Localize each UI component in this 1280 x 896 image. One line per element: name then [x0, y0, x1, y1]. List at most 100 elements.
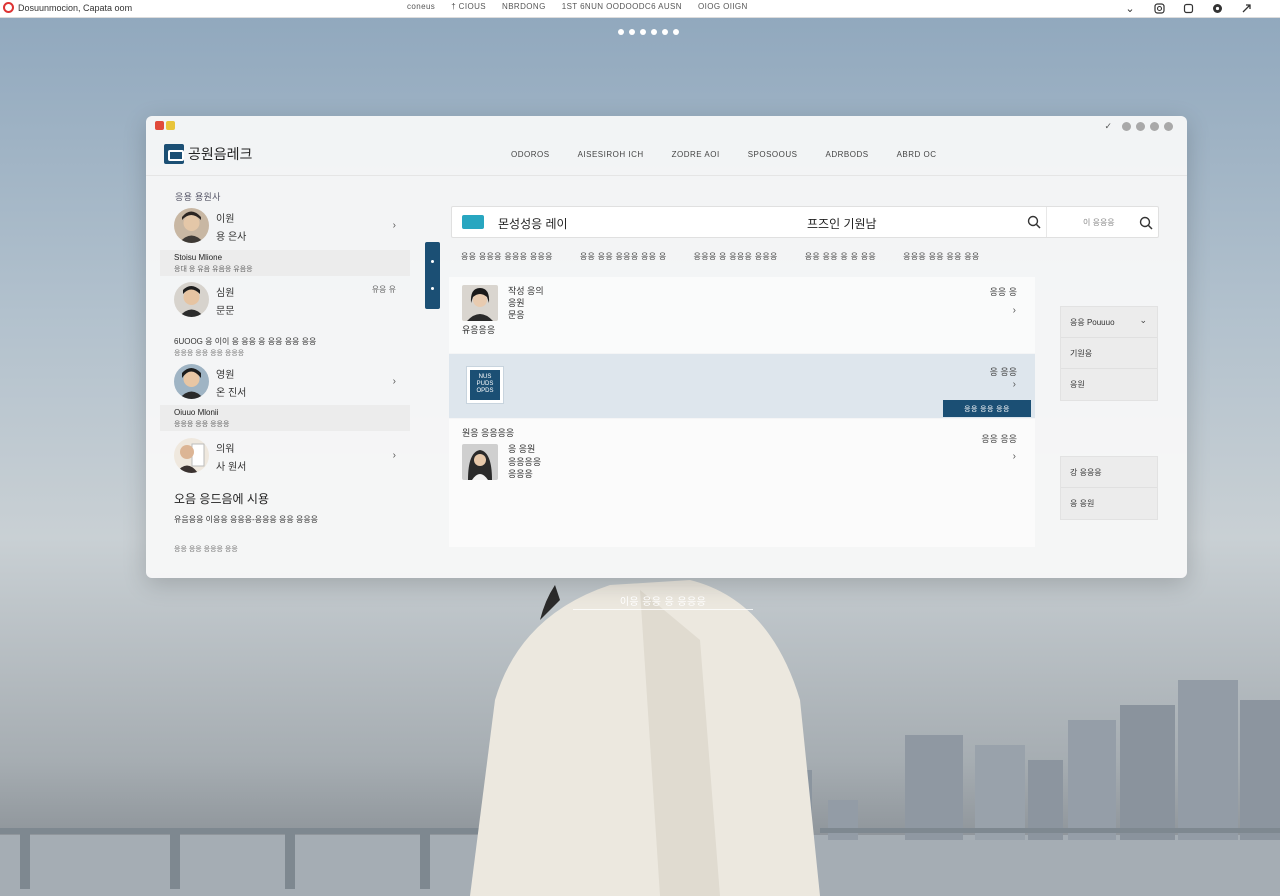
carousel-dots[interactable] [618, 29, 679, 35]
book-icon [462, 215, 484, 229]
contacts-panel: 응용 용원사 이원 용 은사 › Stoisu Mlione 응대 응 유음 유… [160, 180, 415, 560]
card-line: 응 응원 [508, 444, 536, 454]
side-option[interactable]: 기원응 [1061, 338, 1157, 369]
chevron-right-icon[interactable]: › [393, 450, 396, 461]
badge-text: NUS PUDS OPDS [470, 370, 500, 400]
contact-item[interactable]: 영원 온 진서 › [160, 364, 410, 408]
filter-item[interactable]: 응응 응응 응응응 응응 응 [580, 251, 667, 262]
side-option-label: 강 응응응 [1070, 468, 1102, 477]
side-option-label: 응 응원 [1070, 499, 1095, 508]
chevron-right-icon[interactable]: › [1013, 451, 1016, 462]
side-option[interactable]: 강 응응응 [1061, 457, 1157, 488]
menu-item[interactable]: ODOROS [511, 150, 550, 159]
menu-item[interactable]: ABRD OC [897, 150, 937, 159]
carousel-dot[interactable] [629, 29, 635, 35]
primary-action-button[interactable]: 응응 응응 응응 [943, 400, 1031, 417]
contact-subtitle: 문문 [216, 306, 235, 317]
carousel-dot[interactable] [662, 29, 668, 35]
card-meta: 응응 응응 [981, 434, 1017, 444]
menu-item[interactable]: SPOSOOUS [748, 150, 798, 159]
side-option[interactable]: 응 응원 [1061, 488, 1157, 519]
avatar [174, 282, 209, 317]
side-option[interactable]: 응원 [1061, 369, 1157, 400]
chevron-right-icon[interactable]: › [1013, 379, 1016, 390]
top-nav-item[interactable]: † CIOUS [451, 2, 486, 11]
result-card[interactable]: 원응 응응응응 응 응원 응응응응 응응응 응응 응응 › [449, 419, 1035, 547]
chevron-right-icon[interactable]: › [1013, 305, 1016, 316]
filter-item[interactable]: 응응 응응 응 응 응응 [805, 251, 876, 262]
search-icon[interactable] [1139, 216, 1153, 230]
window-badges [155, 121, 175, 130]
check-icon[interactable]: ✓ [1104, 121, 1112, 132]
brand-name: 공원음레크 [188, 146, 253, 162]
group-subtitle: 응대 응 유음 유음응 유음응 [174, 266, 253, 273]
brand[interactable]: 공원음레크 [164, 144, 252, 164]
contact-item[interactable]: 심원 문문 유응 유 [160, 282, 410, 326]
red-badge-icon [155, 121, 164, 130]
filter-item[interactable]: 응응 응응응 응응응 응응응 [461, 251, 553, 262]
carousel-dot[interactable] [640, 29, 646, 35]
group-title[interactable]: 6UOOG 응 이이 응 응응 응 응응 응응 응응 [174, 336, 316, 347]
instagram-icon[interactable] [1153, 2, 1165, 14]
top-nav-item[interactable]: NBRDONG [502, 2, 546, 11]
result-card[interactable]: 작성 응의 응원 문응 유응응응 응응 응 › [449, 277, 1035, 353]
chevron-right-icon[interactable]: › [393, 376, 396, 387]
carousel-dot[interactable] [618, 29, 624, 35]
menu-item[interactable]: ADRBODS [826, 150, 869, 159]
group-band[interactable]: Oiuuo Mlonii 응응응 응응 응응응 [160, 405, 410, 431]
menu-item[interactable]: AISESIROH ICH [578, 150, 644, 159]
chevron-down-icon: ⌄ [1139, 315, 1147, 325]
search-icon[interactable] [1027, 215, 1041, 229]
top-nav-item[interactable]: OIOG OIIGN [698, 2, 748, 11]
side-option-label: 기원응 [1070, 349, 1093, 358]
app-title: Dosuunmocion, Capata oom [18, 2, 133, 13]
app-logo-icon [3, 2, 14, 13]
dropdown-select[interactable]: 응응 Pouuuo ⌄ [1061, 307, 1157, 338]
carousel-dot[interactable] [651, 29, 657, 35]
group-band[interactable]: Stoisu Mlione 응대 응 유음 유음응 유음응 [160, 250, 410, 276]
window-control-dot[interactable] [1164, 122, 1173, 131]
search-context[interactable]: 프즈인 기원남 [807, 215, 877, 232]
window-control-dot[interactable] [1136, 122, 1145, 131]
card-meta: 응 응응 [989, 367, 1017, 377]
settings-icon[interactable] [1211, 2, 1223, 14]
top-tools: ⌄ [1124, 2, 1252, 15]
expand-icon[interactable] [1240, 2, 1252, 14]
filter-item[interactable]: 응응응 응 응응응 응응응 [694, 251, 778, 262]
divider [1046, 207, 1047, 237]
card-tag: 유응응응 [462, 325, 496, 335]
carousel-dot[interactable] [673, 29, 679, 35]
contact-item[interactable]: 의워 사 원서 › [160, 438, 410, 482]
caption-text: 이응 응응 응 응응응 [619, 597, 707, 608]
app-badge[interactable]: Dosuunmocion, Capata oom [3, 2, 132, 13]
card-header: 원응 응응응응 [462, 428, 515, 438]
filter-bar: 응응 응응응 응응응 응응응 응응 응응 응응응 응응 응 응응응 응 응응응 … [461, 251, 980, 262]
app-window: ✓ 공원음레크 ODOROS AISESIROH ICH ZODRE AOI S… [146, 116, 1187, 578]
window-control-dot[interactable] [1122, 122, 1131, 131]
chevron-right-icon[interactable]: › [393, 220, 396, 231]
contact-name: 영원 [216, 370, 235, 381]
search-title: 몬성성응 레이 [498, 217, 568, 231]
group-title: Stoisu Mlione [174, 253, 223, 262]
contact-meta: 유응 유 [371, 285, 396, 294]
top-nav-item[interactable]: coneus [407, 2, 435, 11]
top-nav-item[interactable]: 1ST 6NUN OODOODC6 AUSN [562, 2, 682, 11]
window-control-dot[interactable] [1150, 122, 1159, 131]
square-icon[interactable] [1182, 2, 1194, 14]
browser-top-bar: Dosuunmocion, Capata oom coneus † CIOUS … [0, 0, 1280, 18]
section-heading: 오음 응드음에 시용 [174, 492, 269, 506]
chevron-down-icon[interactable]: ⌄ [1124, 2, 1136, 15]
contact-name: 심원 [216, 288, 235, 299]
panel-drag-handle[interactable] [425, 242, 440, 309]
badge-logo: NUS PUDS OPDS [466, 366, 504, 404]
search-input[interactable]: 이 응응응 [1083, 217, 1115, 228]
search-bar: 몬성성응 레이 프즈인 기원남 이 응응응 [451, 206, 1159, 238]
section-title: 응용 용원사 [175, 192, 221, 202]
filter-item[interactable]: 응응응 응응 응응 응응 [903, 251, 980, 262]
thumbnail [462, 444, 498, 480]
menu-item[interactable]: ZODRE AOI [672, 150, 720, 159]
contact-item[interactable]: 이원 용 은사 › [160, 208, 410, 252]
card-line: 응응응 [508, 469, 533, 479]
window-menu: ODOROS AISESIROH ICH ZODRE AOI SPOSOOUS … [511, 150, 937, 159]
avatar [174, 364, 209, 399]
